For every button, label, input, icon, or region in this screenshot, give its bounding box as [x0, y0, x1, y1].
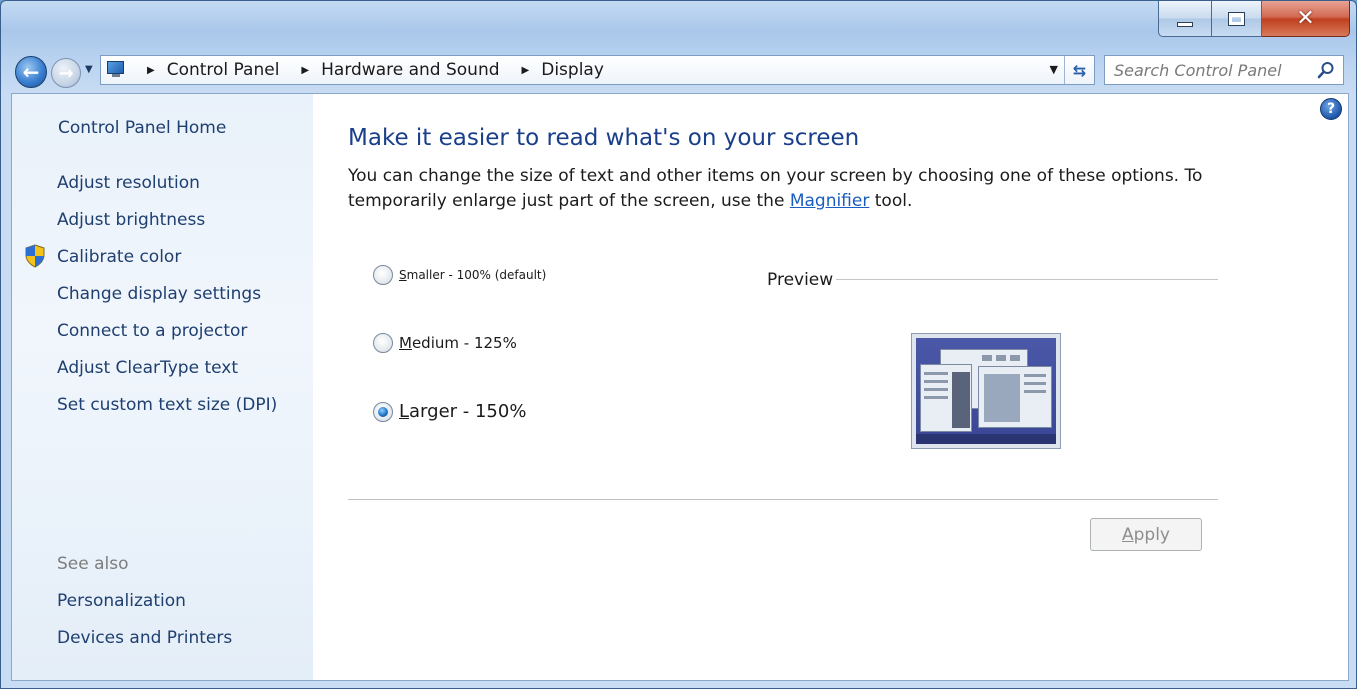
- content-area: Control Panel Home Adjust resolution Adj…: [11, 93, 1349, 681]
- refresh-button[interactable]: ⇆: [1064, 56, 1094, 84]
- description-text: You can change the size of text and othe…: [348, 166, 1203, 211]
- option-larger[interactable]: Larger - 150%: [373, 401, 526, 422]
- breadcrumb-separator-icon[interactable]: ▶: [522, 65, 530, 76]
- navigation-bar: ← → ▼ ▶ Control Panel ▶ Hardware and Sou…: [1, 51, 1356, 91]
- breadcrumb-control-panel[interactable]: Control Panel: [167, 60, 280, 80]
- breadcrumb-separator-icon[interactable]: ▶: [147, 65, 155, 76]
- change-display-settings-link[interactable]: Change display settings: [57, 284, 261, 304]
- smaller-radio[interactable]: [373, 265, 393, 285]
- forward-button[interactable]: →: [51, 58, 81, 88]
- recent-pages-dropdown[interactable]: ▼: [85, 64, 93, 75]
- search-input[interactable]: [1114, 60, 1314, 80]
- devices-and-printers-link[interactable]: Devices and Printers: [57, 628, 232, 648]
- page-description: You can change the size of text and othe…: [348, 164, 1208, 214]
- uac-shield-icon: [25, 244, 45, 268]
- description-text-end: tool.: [869, 191, 913, 211]
- magnifier-link[interactable]: Magnifier: [790, 191, 870, 211]
- set-custom-text-size-link[interactable]: Set custom text size (DPI): [57, 395, 277, 415]
- main-panel: ? Make it easier to read what's on your …: [313, 94, 1348, 680]
- option-medium[interactable]: Medium - 125%: [373, 333, 517, 353]
- personalization-link[interactable]: Personalization: [57, 591, 186, 611]
- medium-radio[interactable]: [373, 333, 393, 353]
- minimize-icon: [1177, 22, 1193, 27]
- back-button[interactable]: ←: [15, 56, 47, 88]
- maximize-icon: [1228, 11, 1245, 26]
- minimize-button[interactable]: [1158, 1, 1212, 37]
- apply-button[interactable]: Apply: [1090, 518, 1202, 551]
- maximize-button[interactable]: [1212, 1, 1262, 37]
- preview-divider: [836, 279, 1218, 280]
- search-icon[interactable]: [1317, 61, 1335, 79]
- search-box[interactable]: [1104, 55, 1344, 85]
- address-history-dropdown[interactable]: ▼: [1050, 63, 1058, 76]
- control-panel-icon: [105, 61, 127, 79]
- caption-buttons: ✕: [1158, 1, 1350, 37]
- adjust-brightness-link[interactable]: Adjust brightness: [57, 210, 205, 230]
- control-panel-window: ✕ ← → ▼ ▶ Control Panel ▶ Hardware and S…: [0, 0, 1357, 689]
- breadcrumb-hardware-and-sound[interactable]: Hardware and Sound: [321, 60, 499, 80]
- close-icon: ✕: [1296, 5, 1315, 31]
- address-bar[interactable]: ▶ Control Panel ▶ Hardware and Sound ▶ D…: [100, 55, 1095, 85]
- calibrate-color-link[interactable]: Calibrate color: [57, 247, 181, 267]
- larger-radio[interactable]: [373, 401, 393, 422]
- page-title: Make it easier to read what's on your sc…: [348, 125, 860, 151]
- footer-separator: [348, 499, 1218, 500]
- forward-arrow-icon: →: [58, 62, 74, 84]
- medium-label[interactable]: Medium - 125%: [399, 334, 517, 352]
- preview-label: Preview: [767, 270, 834, 290]
- smaller-label[interactable]: Smaller - 100% (default): [399, 268, 546, 282]
- see-also-heading: See also: [57, 554, 129, 574]
- breadcrumb-display[interactable]: Display: [541, 60, 604, 80]
- adjust-resolution-link[interactable]: Adjust resolution: [57, 173, 200, 193]
- refresh-icon: ⇆: [1072, 60, 1087, 80]
- breadcrumb-separator-icon[interactable]: ▶: [301, 65, 309, 76]
- control-panel-home-link[interactable]: Control Panel Home: [58, 118, 226, 138]
- larger-label[interactable]: Larger - 150%: [399, 401, 526, 422]
- adjust-cleartype-text-link[interactable]: Adjust ClearType text: [57, 358, 238, 378]
- back-arrow-icon: ←: [22, 60, 40, 84]
- task-pane: Control Panel Home Adjust resolution Adj…: [12, 94, 313, 680]
- connect-to-projector-link[interactable]: Connect to a projector: [57, 321, 247, 341]
- preview-image: [911, 333, 1061, 449]
- help-icon[interactable]: ?: [1320, 98, 1342, 120]
- option-smaller[interactable]: Smaller - 100% (default): [373, 265, 546, 285]
- close-button[interactable]: ✕: [1262, 1, 1350, 37]
